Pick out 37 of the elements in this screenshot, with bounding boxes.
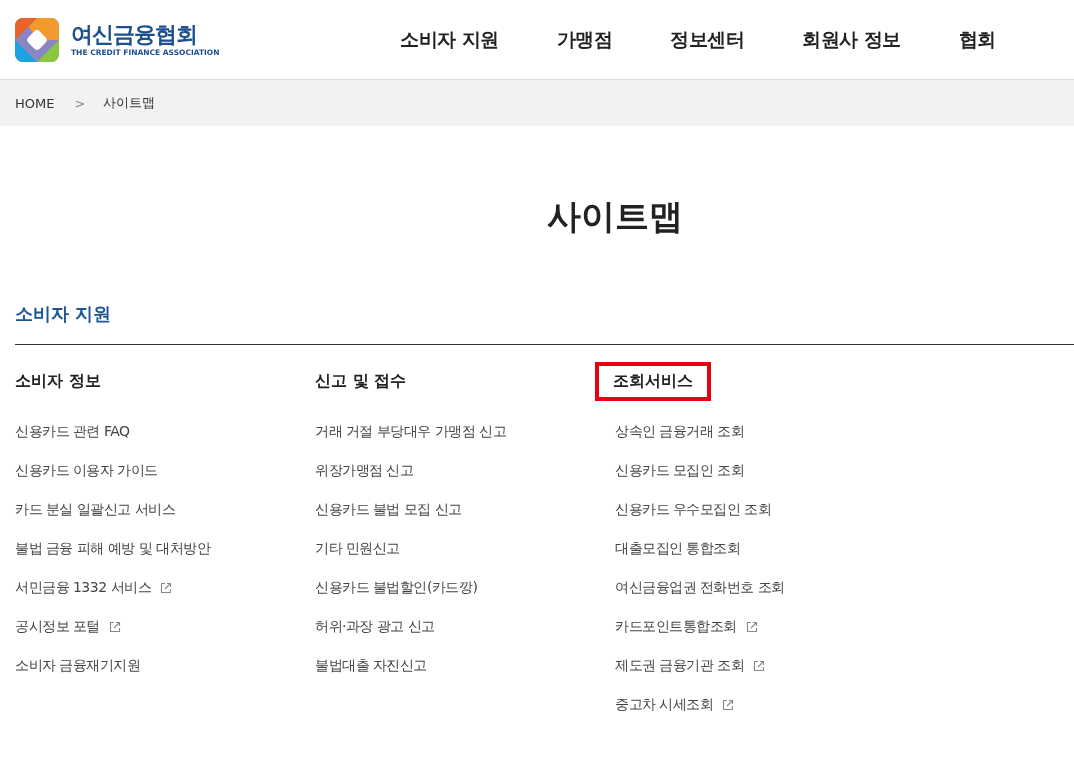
column-heading: 조회서비스	[595, 362, 711, 401]
logo-icon[interactable]	[15, 17, 59, 62]
sitemap-link[interactable]: 여신금융업권 전화번호 조회	[615, 578, 785, 597]
sitemap-link[interactable]: 불법대출 자진신고	[315, 656, 427, 675]
sitemap-link[interactable]: 기타 민원신고	[315, 539, 400, 558]
sitemap-link[interactable]: 신용카드 관련 FAQ	[15, 422, 130, 441]
column-heading: 소비자 정보	[14, 370, 102, 392]
column-heading: 신고 및 접수	[314, 370, 408, 392]
sitemap-link[interactable]: 서민금융 1332 서비스	[15, 578, 152, 597]
breadcrumb-home[interactable]: HOME	[15, 95, 55, 111]
sitemap-link[interactable]: 신용카드 불법 모집 신고	[315, 500, 462, 519]
sitemap-link[interactable]: 불법 금융 피해 예방 및 대처방안	[15, 539, 211, 558]
page-title: 사이트맵	[545, 195, 684, 238]
nav-link[interactable]: 가맹점	[556, 26, 613, 53]
sitemap-link[interactable]: 제도권 금융기관 조회	[615, 656, 745, 675]
sitemap-link[interactable]: 상속인 금융거래 조회	[615, 422, 745, 441]
breadcrumb-separator: >	[74, 95, 86, 111]
sitemap-link[interactable]: 위장가맹점 신고	[315, 461, 414, 480]
sitemap-link[interactable]: 신용카드 이용자 가이드	[15, 461, 158, 480]
sitemap-link[interactable]: 거래 거절 부당대우 가맹점 신고	[315, 422, 507, 441]
sitemap-link[interactable]: 공시정보 포털	[15, 617, 100, 636]
logo-name: 여신금융협회	[71, 22, 198, 48]
sitemap-link[interactable]: 카드 분실 일괄신고 서비스	[15, 500, 176, 519]
nav-link[interactable]: 회원사 정보	[802, 26, 901, 53]
sitemap-link[interactable]: 신용카드 우수모집인 조회	[615, 500, 772, 519]
sitemap-link[interactable]: 신용카드 불법할인(카드깡)	[315, 578, 478, 597]
nav-link[interactable]: 정보센터	[670, 26, 745, 53]
sitemap-link[interactable]: 신용카드 모집인 조회	[615, 461, 745, 480]
sitemap-link[interactable]: 카드포인트통합조회	[615, 617, 737, 636]
breadcrumb-current: 사이트맵	[103, 94, 156, 112]
sitemap-link[interactable]: 소비자 금융재기지원	[15, 656, 141, 675]
sitemap-link[interactable]: 대출모집인 통합조회	[615, 539, 741, 558]
sitemap-link[interactable]: 중고차 시세조회	[615, 695, 714, 714]
nav-link[interactable]: 협회	[958, 26, 996, 53]
sitemap-link[interactable]: 허위·과장 광고 신고	[315, 617, 435, 636]
nav-link[interactable]: 소비자 지원	[400, 26, 499, 53]
section-title: 소비자 지원	[15, 302, 1074, 345]
